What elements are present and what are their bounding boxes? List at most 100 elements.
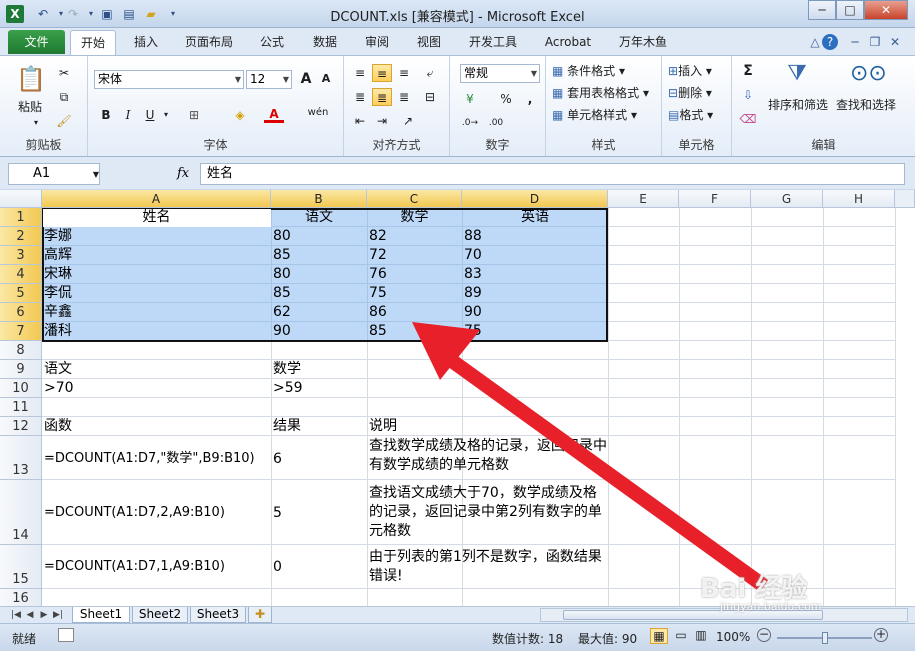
- cell-d2[interactable]: 88: [462, 227, 482, 245]
- align-bottom-icon[interactable]: ≡: [394, 64, 414, 82]
- cell-c1[interactable]: 数学: [367, 208, 462, 226]
- number-format-select[interactable]: 常规 ▼: [460, 64, 540, 83]
- cell-a10[interactable]: >70: [42, 379, 74, 397]
- wrap-text-icon[interactable]: ⤶: [420, 64, 440, 82]
- cell-b10[interactable]: >59: [271, 379, 303, 397]
- tab-acrobat[interactable]: Acrobat: [537, 30, 599, 55]
- next-sheet-icon[interactable]: ▶: [38, 608, 50, 622]
- italic-button[interactable]: I: [118, 106, 138, 124]
- tab-formulas[interactable]: 公式: [250, 30, 294, 55]
- sort-filter-button[interactable]: 排序和筛选: [768, 96, 828, 113]
- cell-b6[interactable]: 62: [271, 303, 291, 321]
- cell-a6[interactable]: 辛鑫: [42, 303, 72, 321]
- doc-restore-icon[interactable]: ❐: [866, 33, 884, 51]
- column-header-e[interactable]: E: [608, 190, 679, 208]
- column-header-h[interactable]: H: [823, 190, 895, 208]
- zoom-slider-thumb[interactable]: [821, 632, 828, 644]
- increase-indent-icon[interactable]: ⇥: [372, 112, 392, 130]
- column-header-c[interactable]: C: [367, 190, 462, 208]
- cell-c3[interactable]: 72: [367, 246, 387, 264]
- grow-font-button[interactable]: A: [296, 70, 316, 88]
- font-color-button[interactable]: A: [264, 106, 284, 123]
- borders-icon[interactable]: ⊞: [184, 106, 204, 124]
- decrease-decimal-icon[interactable]: .00: [486, 114, 506, 132]
- cell-d1[interactable]: 英语: [462, 208, 608, 226]
- cell-b3[interactable]: 85: [271, 246, 291, 264]
- insert-cells-button[interactable]: ⊞插入 ▾: [668, 62, 712, 79]
- macro-record-icon[interactable]: [58, 628, 74, 642]
- shrink-font-button[interactable]: A: [316, 70, 336, 88]
- cell-a12[interactable]: 函数: [42, 417, 72, 435]
- font-size-select[interactable]: 12 ▼: [246, 70, 292, 89]
- selected-range[interactable]: [42, 208, 608, 342]
- autosum-button[interactable]: Σ: [738, 62, 758, 80]
- cell-d6[interactable]: 90: [462, 303, 482, 321]
- cell-a5[interactable]: 李侃: [42, 284, 72, 302]
- sort-filter-icon[interactable]: ⧩: [782, 60, 812, 88]
- cell-b12[interactable]: 结果: [271, 417, 301, 435]
- increase-decimal-icon[interactable]: .0→: [460, 114, 480, 132]
- decrease-indent-icon[interactable]: ⇤: [350, 112, 370, 130]
- cell-a3[interactable]: 高辉: [42, 246, 72, 264]
- cell-a4[interactable]: 宋琳: [42, 265, 72, 283]
- cell-a1[interactable]: 姓名: [42, 208, 271, 226]
- sheet-tab-sheet3[interactable]: Sheet3: [190, 607, 246, 623]
- paste-dropdown-icon[interactable]: ▾: [26, 114, 46, 132]
- row-header-10[interactable]: 10: [0, 379, 42, 398]
- normal-view-icon[interactable]: ▦: [650, 628, 668, 644]
- tab-page-layout[interactable]: 页面布局: [176, 30, 242, 55]
- cell-c6[interactable]: 86: [367, 303, 387, 321]
- paste-button[interactable]: 粘贴: [18, 98, 42, 115]
- sheet-tab-sheet1[interactable]: Sheet1: [72, 607, 130, 623]
- row-header-8[interactable]: 8: [0, 341, 42, 360]
- format-as-table-button[interactable]: ▦ 套用表格格式 ▾: [552, 84, 649, 101]
- underline-dropdown-icon[interactable]: ▾: [156, 106, 176, 124]
- tab-view[interactable]: 视图: [407, 30, 451, 55]
- phonetic-button[interactable]: wén: [304, 104, 332, 122]
- tab-home[interactable]: 开始: [70, 30, 116, 55]
- row-header-13[interactable]: 13: [0, 436, 42, 480]
- zoom-in-icon[interactable]: +: [874, 628, 888, 642]
- cell-b15[interactable]: 0: [271, 558, 282, 576]
- align-right-icon[interactable]: ≣: [394, 88, 414, 106]
- bold-button[interactable]: B: [96, 106, 116, 124]
- page-break-view-icon[interactable]: ▥: [692, 628, 710, 644]
- vertical-scrollbar[interactable]: [895, 190, 915, 208]
- row-header-15[interactable]: 15: [0, 545, 42, 589]
- row-header-3[interactable]: 3: [0, 246, 42, 265]
- sheet-tab-sheet2[interactable]: Sheet2: [132, 607, 188, 623]
- cell-b7[interactable]: 90: [271, 322, 291, 340]
- zoom-out-icon[interactable]: −: [757, 628, 771, 642]
- row-header-7[interactable]: 7: [0, 322, 42, 341]
- cell-a9[interactable]: 语文: [42, 360, 72, 378]
- cell-c14[interactable]: 查找语文成绩大于70，数学成绩及格的记录，返回记录中第2列有数字的单元格数: [367, 484, 607, 541]
- comma-button[interactable]: ,: [520, 90, 540, 108]
- row-header-12[interactable]: 12: [0, 417, 42, 436]
- close-button[interactable]: ✕: [864, 0, 908, 20]
- cell-b9[interactable]: 数学: [271, 360, 301, 378]
- row-header-6[interactable]: 6: [0, 303, 42, 322]
- cell-a13[interactable]: =DCOUNT(A1:D7,"数学",B9:B10): [42, 450, 255, 468]
- column-header-f[interactable]: F: [679, 190, 751, 208]
- format-cells-button[interactable]: ▤格式 ▾: [668, 106, 713, 123]
- help-icon[interactable]: ?: [822, 34, 838, 50]
- last-sheet-icon[interactable]: ▶|: [52, 608, 64, 622]
- merge-center-icon[interactable]: ⊟: [420, 88, 440, 106]
- tab-developer[interactable]: 开发工具: [460, 30, 526, 55]
- cell-a15[interactable]: =DCOUNT(A1:D7,1,A9:B10): [42, 558, 225, 576]
- copy-icon[interactable]: ⧉: [54, 88, 74, 106]
- cell-c7[interactable]: 85: [367, 322, 387, 340]
- cell-c15[interactable]: 由于列表的第1列不是数字，函数结果错误!: [367, 548, 607, 586]
- column-header-g[interactable]: G: [751, 190, 823, 208]
- row-header-4[interactable]: 4: [0, 265, 42, 284]
- cell-c2[interactable]: 82: [367, 227, 387, 245]
- zoom-level[interactable]: 100%: [716, 630, 750, 644]
- page-layout-view-icon[interactable]: ▭: [672, 628, 690, 644]
- conditional-format-button[interactable]: ▦ 条件格式 ▾: [552, 62, 625, 79]
- cell-a7[interactable]: 潘科: [42, 322, 72, 340]
- cell-c13[interactable]: 查找数学成绩及格的记录，返回记录中有数学成绩的单元格数: [367, 437, 607, 475]
- cell-d4[interactable]: 83: [462, 265, 482, 283]
- orientation-icon[interactable]: ↗: [398, 112, 418, 130]
- cell-b2[interactable]: 80: [271, 227, 291, 245]
- paste-icon[interactable]: 📋: [14, 62, 48, 96]
